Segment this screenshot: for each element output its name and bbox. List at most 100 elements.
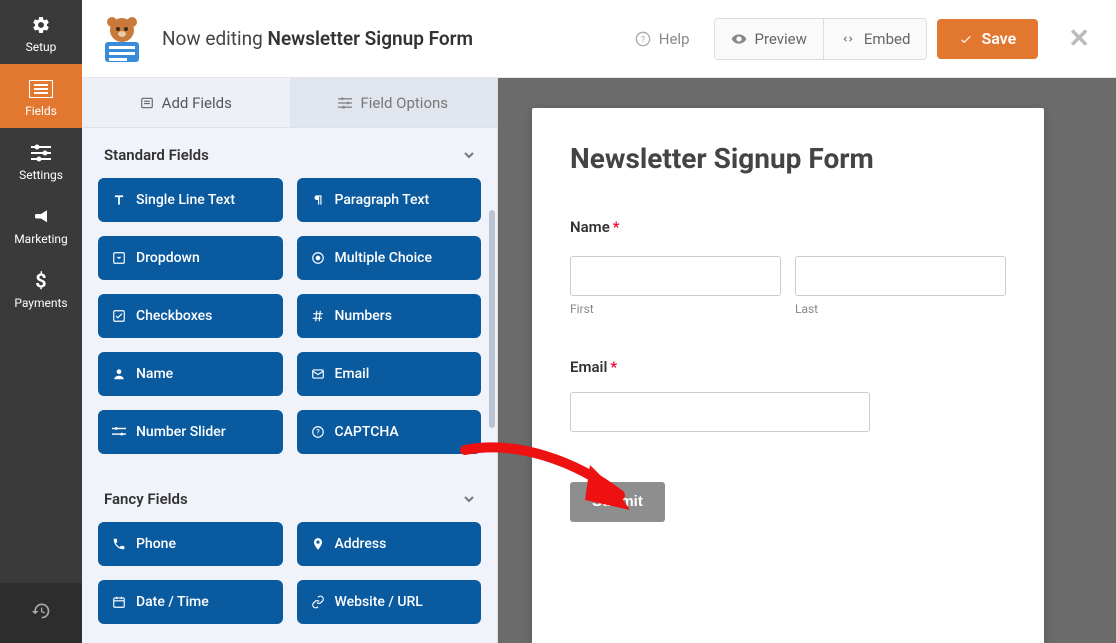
help-button[interactable]: ? Help [621,30,704,48]
close-button[interactable]: ✕ [1048,24,1094,54]
group-title: Fancy Fields [104,490,188,508]
scrollbar-thumb[interactable] [489,210,495,428]
chip-label: Single Line Text [136,192,235,208]
chevron-down-icon [463,493,475,505]
editing-prefix: Now editing [162,27,263,50]
preview-field-name[interactable]: Name* First Last [570,218,1006,316]
bullhorn-icon [0,206,82,228]
preview-embed-group: Preview Embed [714,18,928,60]
fancy-fields-grid: Phone Address Date / Time Website / URL [82,522,497,642]
sidenav-history[interactable] [0,583,82,643]
sidenav-label: Setup [26,40,57,54]
submit-button[interactable]: Submit [570,482,665,522]
field-captcha[interactable]: ? CAPTCHA [297,410,482,454]
field-phone[interactable]: Phone [98,522,283,566]
tab-label: Add Fields [162,94,232,112]
chevron-down-icon [463,149,475,161]
chip-label: Dropdown [136,250,200,266]
main-sidenav: Setup Fields Settings Marketing $ Paymen… [0,0,82,643]
preview-button[interactable]: Preview [715,19,823,59]
sidenav-label: Fields [25,104,57,118]
save-button[interactable]: Save [937,19,1038,59]
form-icon [140,96,154,110]
sliders-icon [0,142,82,164]
gear-icon [0,14,82,36]
caret-square-icon [112,251,126,265]
field-dropdown[interactable]: Dropdown [98,236,283,280]
preview-field-email[interactable]: Email* [570,358,1006,432]
map-marker-icon [311,537,325,551]
radio-icon [311,251,325,265]
eye-icon [731,31,747,47]
sidenav-settings[interactable]: Settings [0,128,82,192]
field-email[interactable]: Email [297,352,482,396]
chip-label: Name [136,366,173,382]
check-icon [959,32,973,46]
help-icon: ? [635,31,651,47]
dollar-icon: $ [0,270,82,292]
field-name-label: Name* [570,218,1006,236]
field-email-label: Email* [570,358,1006,376]
field-address[interactable]: Address [297,522,482,566]
field-website-url[interactable]: Website / URL [297,580,482,624]
sidenav-setup[interactable]: Setup [0,0,82,64]
email-input[interactable] [570,392,870,432]
app-logo [92,9,152,69]
fields-panel: Add Fields Field Options Standard Fields… [82,78,498,643]
chip-label: Numbers [335,308,392,324]
embed-label: Embed [864,30,911,48]
embed-button[interactable]: Embed [823,19,927,59]
hash-icon [311,309,325,323]
chip-label: Address [335,536,387,552]
code-icon [840,31,856,47]
sidenav-marketing[interactable]: Marketing [0,192,82,256]
field-number-slider[interactable]: Number Slider [98,410,283,454]
chip-label: Phone [136,536,176,552]
svg-text:$: $ [35,270,46,292]
sidenav-label: Marketing [14,232,68,246]
list-icon [0,78,82,100]
field-checkboxes[interactable]: Checkboxes [98,294,283,338]
preview-label: Preview [755,30,807,48]
standard-fields-grid: Single Line Text Paragraph Text Dropdown… [82,178,497,472]
field-multiple-choice[interactable]: Multiple Choice [297,236,482,280]
first-name-sublabel: First [570,302,781,316]
sidenav-label: Payments [14,296,67,310]
close-icon: ✕ [1068,24,1090,54]
group-fancy-header[interactable]: Fancy Fields [82,472,497,522]
chip-label: Multiple Choice [335,250,432,266]
last-name-input[interactable] [795,256,1006,296]
text-icon [112,193,126,207]
form-preview[interactable]: Newsletter Signup Form Name* First Last [532,108,1044,643]
required-indicator: * [610,218,620,236]
field-date-time[interactable]: Date / Time [98,580,283,624]
last-name-sublabel: Last [795,302,1006,316]
chip-label: Number Slider [136,424,226,440]
group-standard-header[interactable]: Standard Fields [82,128,497,178]
field-name[interactable]: Name [98,352,283,396]
fields-scroll[interactable]: Standard Fields Single Line Text Paragra… [82,128,497,643]
checkbox-icon [112,309,126,323]
tab-add-fields[interactable]: Add Fields [82,78,290,128]
chip-label: Website / URL [335,594,423,610]
field-single-line-text[interactable]: Single Line Text [98,178,283,222]
save-label: Save [981,29,1016,48]
field-paragraph-text[interactable]: Paragraph Text [297,178,482,222]
calendar-icon [112,595,126,609]
panel-tabs: Add Fields Field Options [82,78,497,128]
form-name: Newsletter Signup Form [268,27,473,50]
tab-field-options[interactable]: Field Options [290,78,498,128]
sliders-icon [338,96,352,110]
preview-form-title: Newsletter Signup Form [570,142,910,176]
sidenav-label: Settings [19,168,63,182]
page-title: Now editing Newsletter Signup Form [162,27,473,50]
link-icon [311,595,325,609]
first-name-input[interactable] [570,256,781,296]
field-numbers[interactable]: Numbers [297,294,482,338]
phone-icon [112,537,126,551]
chip-label: Checkboxes [136,308,212,324]
sidenav-payments[interactable]: $ Payments [0,256,82,320]
preview-canvas-area: Newsletter Signup Form Name* First Last [498,78,1116,643]
help-label: Help [659,30,690,48]
sidenav-fields[interactable]: Fields [0,64,82,128]
